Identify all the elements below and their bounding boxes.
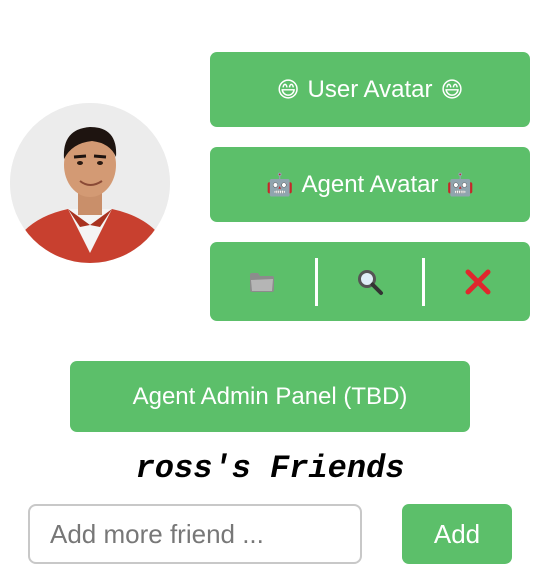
avatar-portrait-image (10, 103, 170, 263)
agent-admin-panel-label: Agent Admin Panel (TBD) (132, 382, 408, 410)
magnifier-icon (358, 269, 383, 295)
add-friend-input[interactable] (28, 504, 362, 564)
grinning-face-icon: 😄 (440, 76, 464, 102)
delete-button[interactable] (425, 242, 530, 321)
app-root: 😄 User Avatar 😄 🤖 Agent Avatar 🤖 Agent A… (0, 0, 548, 578)
friends-title: ross's Friends (135, 450, 405, 487)
user-avatar-label: User Avatar (307, 75, 433, 103)
folder-icon (250, 272, 275, 292)
add-button-label: Add (433, 518, 481, 549)
folder-button[interactable] (210, 242, 315, 321)
robot-icon: 🤖 (446, 171, 474, 197)
avatar-toolbar (210, 242, 530, 321)
user-avatar-button[interactable]: 😄 User Avatar 😄 (210, 52, 530, 127)
grinning-face-icon: 😄 (276, 76, 300, 102)
agent-avatar-button[interactable]: 🤖 Agent Avatar 🤖 (210, 147, 530, 222)
close-icon (465, 269, 491, 294)
search-button[interactable] (318, 242, 423, 321)
robot-icon: 🤖 (266, 171, 294, 197)
add-friend-button[interactable]: Add (402, 504, 512, 564)
agent-avatar-label: Agent Avatar (301, 170, 439, 198)
agent-admin-panel-button[interactable]: Agent Admin Panel (TBD) (70, 361, 470, 432)
avatar (10, 103, 170, 263)
